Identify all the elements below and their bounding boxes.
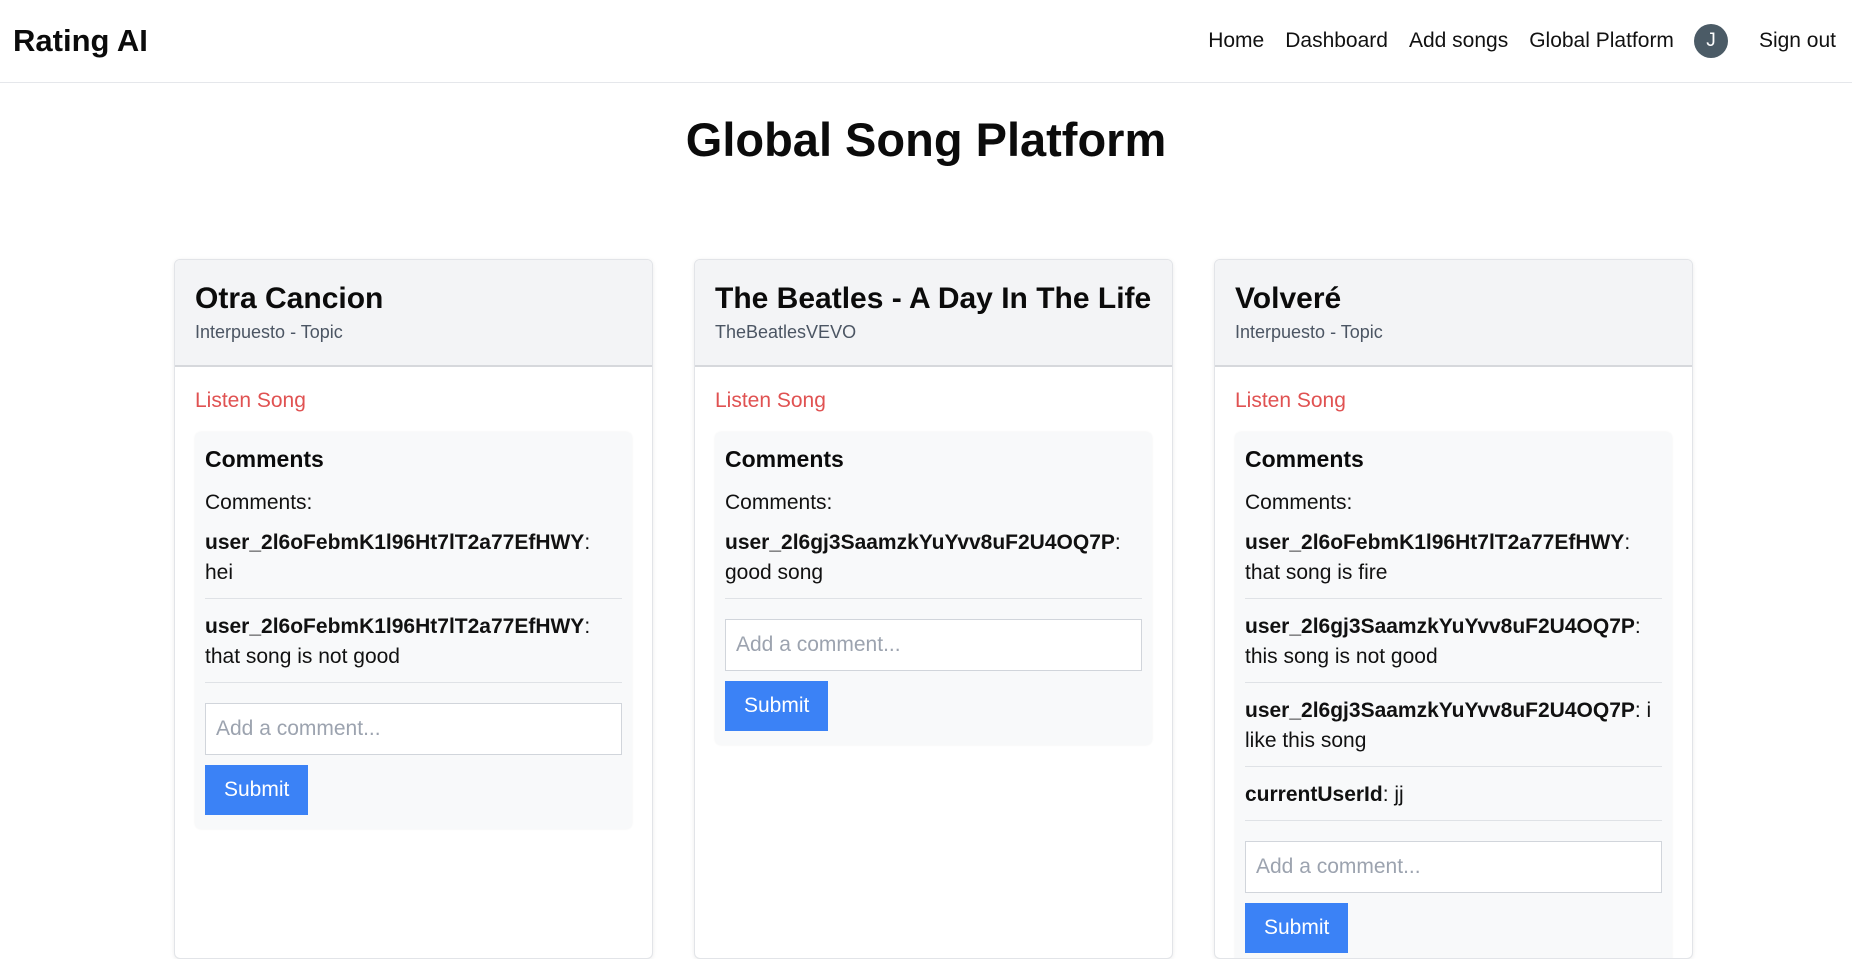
- comment-user: user_2l6gj3SaamzkYuYvv8uF2U4OQ7P: [1245, 699, 1635, 722]
- nav-link-add-songs[interactable]: Add songs: [1409, 29, 1508, 53]
- nav-link-home[interactable]: Home: [1208, 29, 1264, 53]
- comment-user: user_2l6oFebmK1l96Ht7lT2a77EfHWY: [205, 615, 585, 638]
- comment-item: user_2l6gj3SaamzkYuYvv8uF2U4OQ7P: i like…: [1245, 683, 1662, 767]
- song-card: Otra Cancion Interpuesto - Topic Listen …: [174, 259, 653, 959]
- listen-song-link[interactable]: Listen Song: [1235, 389, 1346, 413]
- comment-text: : jj: [1382, 783, 1404, 806]
- song-card: The Beatles - A Day In The Life TheBeatl…: [694, 259, 1173, 959]
- song-title: Volveré: [1235, 282, 1342, 315]
- comment-item: user_2l6gj3SaamzkYuYvv8uF2U4OQ7P: good s…: [725, 515, 1142, 599]
- listen-song-link[interactable]: Listen Song: [195, 389, 306, 413]
- user-avatar[interactable]: J: [1693, 24, 1728, 58]
- comments-section: Comments Comments: user_2l6oFebmK1l96Ht7…: [195, 432, 632, 829]
- comment-item: user_2l6oFebmK1l96Ht7lT2a77EfHWY: that s…: [205, 599, 622, 683]
- comment-user: user_2l6oFebmK1l96Ht7lT2a77EfHWY: [1245, 531, 1625, 554]
- song-artist: Interpuesto - Topic: [1235, 322, 1383, 342]
- comments-label: Comments:: [1245, 491, 1353, 514]
- song-card: Volveré Interpuesto - Topic Listen Song …: [1214, 259, 1693, 959]
- comment-user: currentUserId: [1245, 783, 1383, 806]
- comments-label: Comments:: [725, 491, 833, 514]
- song-cards: Otra Cancion Interpuesto - Topic Listen …: [174, 259, 1693, 959]
- comment-user: user_2l6gj3SaamzkYuYvv8uF2U4OQ7P: [725, 531, 1115, 554]
- comment-input[interactable]: [205, 703, 622, 755]
- comments-heading: Comments: [725, 446, 844, 472]
- nav-links: Home Dashboard Add songs Global Platform…: [1187, 24, 1836, 58]
- submit-comment-button[interactable]: Submit: [205, 765, 309, 815]
- comment-item: user_2l6gj3SaamzkYuYvv8uF2U4OQ7P: this s…: [1245, 599, 1662, 683]
- comment-input[interactable]: [1245, 841, 1662, 893]
- song-card-header: Otra Cancion Interpuesto - Topic: [175, 260, 652, 367]
- comments-section: Comments Comments: user_2l6gj3SaamzkYuYv…: [715, 432, 1152, 745]
- song-title: The Beatles - A Day In The Life: [715, 282, 1152, 315]
- song-title: Otra Cancion: [195, 282, 384, 315]
- submit-comment-button[interactable]: Submit: [725, 681, 829, 731]
- comment-user: user_2l6oFebmK1l96Ht7lT2a77EfHWY: [205, 531, 585, 554]
- nav-link-global-platform[interactable]: Global Platform: [1529, 29, 1674, 53]
- navbar: Rating AI Home Dashboard Add songs Globa…: [0, 0, 1852, 83]
- song-card-body: Listen Song Comments Comments: user_2l6o…: [175, 367, 652, 829]
- song-card-body: Listen Song Comments Comments: user_2l6g…: [695, 367, 1172, 745]
- comment-item: user_2l6oFebmK1l96Ht7lT2a77EfHWY: that s…: [1245, 515, 1662, 599]
- comment-user: user_2l6gj3SaamzkYuYvv8uF2U4OQ7P: [1245, 615, 1635, 638]
- nav-link-dashboard[interactable]: Dashboard: [1285, 29, 1388, 53]
- comments-section: Comments Comments: user_2l6oFebmK1l96Ht7…: [1235, 432, 1672, 958]
- song-artist: Interpuesto - Topic: [195, 322, 343, 342]
- song-card-body: Listen Song Comments Comments: user_2l6o…: [1215, 367, 1692, 958]
- page-title: Global Song Platform: [685, 113, 1167, 166]
- song-artist: TheBeatlesVEVO: [715, 322, 857, 342]
- comment-input[interactable]: [725, 619, 1142, 671]
- listen-song-link[interactable]: Listen Song: [715, 389, 826, 413]
- sign-out-link[interactable]: Sign out: [1759, 29, 1836, 53]
- comments-heading: Comments: [1245, 446, 1364, 472]
- comments-label: Comments:: [205, 491, 313, 514]
- brand-logo[interactable]: Rating AI: [13, 23, 148, 59]
- song-card-header: The Beatles - A Day In The Life TheBeatl…: [695, 260, 1172, 367]
- comment-item: user_2l6oFebmK1l96Ht7lT2a77EfHWY: hei: [205, 515, 622, 599]
- comments-heading: Comments: [205, 446, 324, 472]
- song-card-header: Volveré Interpuesto - Topic: [1215, 260, 1692, 367]
- comment-item: currentUserId: jj: [1245, 767, 1662, 821]
- submit-comment-button[interactable]: Submit: [1245, 903, 1349, 953]
